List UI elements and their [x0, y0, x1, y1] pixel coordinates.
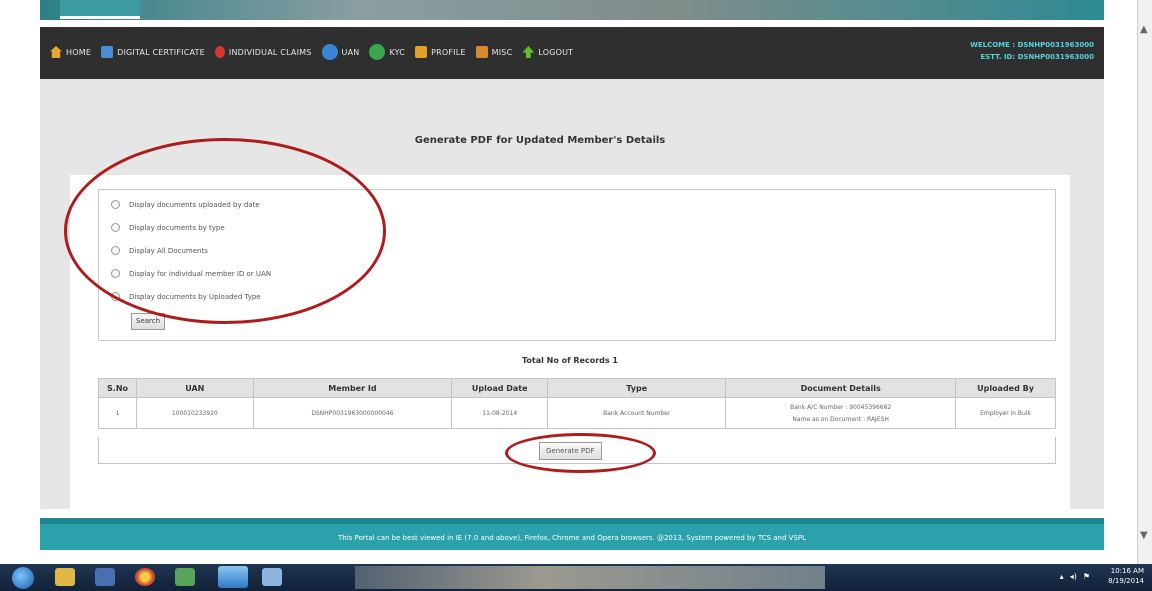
cell-member-id: DSNHP0031963000000046	[252, 397, 453, 429]
establishment-id-text: ESTT. ID: DSNHP0031963000	[980, 53, 1094, 61]
cell-document-details: Bank A/C Number : 90045396682 Name as on…	[725, 397, 957, 429]
col-uan: UAN	[136, 378, 254, 398]
welcome-text: WELCOME : DSNHP0031963000	[970, 41, 1094, 49]
nav-kyc[interactable]: KYC	[369, 44, 405, 60]
option-by-uploaded-type[interactable]: Display documents by Uploaded Type	[111, 292, 261, 301]
nav-misc[interactable]: MISC	[475, 46, 513, 58]
nav-digital-certificate-label: DIGITAL CERTIFICATE	[117, 47, 205, 57]
main-content: Generate PDF for Updated Member's Detail…	[40, 79, 1104, 577]
home-icon	[50, 46, 62, 58]
radio-by-uploaded-type[interactable]	[111, 292, 120, 301]
logout-icon	[522, 46, 535, 58]
scroll-up-icon[interactable]: ▲	[1140, 24, 1148, 35]
content-panel: Display documents uploaded by date Displ…	[70, 175, 1070, 577]
internet-explorer-icon[interactable]	[218, 566, 248, 588]
uan-icon	[321, 44, 338, 60]
portal-header-banner	[40, 0, 1104, 20]
option-by-type-label: Display documents by type	[129, 223, 225, 232]
start-button[interactable]	[12, 567, 34, 589]
arrow-icon[interactable]: ▴	[1060, 572, 1064, 581]
cell-upload-date: 11-08-2014	[451, 397, 549, 429]
table-header-row: S.No UAN Member Id Upload Date Type Docu…	[97, 378, 1056, 398]
radio-by-member-id[interactable]	[111, 269, 120, 278]
header-tab	[60, 0, 140, 19]
clock[interactable]: 10:16 AM 8/19/2014	[1108, 566, 1144, 586]
kyc-icon	[369, 44, 386, 60]
system-tray-icons[interactable]: ▴ ◂) ⚑	[1060, 572, 1090, 581]
option-all-documents-label: Display All Documents	[129, 246, 208, 255]
nav-uan-label: UAN	[341, 47, 360, 57]
cell-sno: 1	[97, 397, 138, 429]
volume-icon[interactable]: ◂)	[1070, 572, 1077, 581]
cell-uploaded-by: Employer in Bulk	[955, 397, 1056, 429]
taskbar-banner	[355, 566, 825, 589]
nav-home[interactable]: HOME	[50, 46, 91, 58]
clock-time: 10:16 AM	[1110, 567, 1144, 575]
option-by-type[interactable]: Display documents by type	[111, 223, 225, 232]
welcome-info: WELCOME : DSNHP0031963000 ESTT. ID: DSNH…	[970, 39, 1094, 63]
windows-taskbar: ▴ ◂) ⚑ 10:16 AM 8/19/2014	[0, 564, 1152, 591]
chrome-icon[interactable]	[135, 568, 155, 586]
total-records-label: Total No of Records 1	[522, 356, 618, 365]
col-type: Type	[547, 378, 727, 398]
nav-logout-label: LOGOUT	[538, 47, 574, 57]
option-by-member-id-label: Display for individual member ID or UAN	[129, 269, 272, 278]
misc-icon	[475, 46, 488, 58]
option-by-member-id[interactable]: Display for individual member ID or UAN	[111, 269, 271, 278]
page-title: Generate PDF for Updated Member's Detail…	[414, 135, 666, 146]
generate-row: Generate PDF	[98, 437, 1056, 464]
flag-icon[interactable]: ⚑	[1083, 572, 1090, 581]
table-row: 1 100010233920 DSNHP0031963000000046 11-…	[97, 397, 1056, 429]
details-line-name: Name as on Document : RAJESH	[792, 415, 889, 423]
window-icon[interactable]	[262, 568, 282, 586]
media-player-icon[interactable]	[95, 568, 115, 586]
cell-type: Bank Account Number	[547, 397, 727, 429]
explorer-icon[interactable]	[55, 568, 75, 586]
page-scrollbar[interactable]: ▲ ▼	[1137, 0, 1152, 564]
nav-menu: HOME DIGITAL CERTIFICATE INDIVIDUAL CLAI…	[50, 44, 573, 60]
col-member-id: Member Id	[252, 378, 453, 398]
option-all-documents[interactable]: Display All Documents	[111, 246, 208, 255]
radio-all-documents[interactable]	[111, 246, 120, 255]
nav-profile-label: PROFILE	[431, 47, 466, 57]
search-options-box: Display documents uploaded by date Displ…	[98, 189, 1056, 341]
option-by-date[interactable]: Display documents uploaded by date	[111, 200, 260, 209]
generate-pdf-button[interactable]: Generate PDF	[539, 442, 602, 460]
col-uploaded-by: Uploaded By	[955, 378, 1056, 398]
nav-misc-label: MISC	[491, 47, 513, 57]
app-icon[interactable]	[175, 568, 195, 586]
nav-kyc-label: KYC	[389, 47, 406, 57]
radio-by-date[interactable]	[111, 200, 120, 209]
details-line-account: Bank A/C Number : 90045396682	[790, 403, 892, 411]
nav-logout[interactable]: LOGOUT	[522, 46, 573, 58]
option-by-uploaded-type-label: Display documents by Uploaded Type	[129, 292, 261, 301]
certificate-icon	[101, 46, 114, 58]
nav-individual-claims-label: INDIVIDUAL CLAIMS	[228, 47, 312, 57]
radio-by-type[interactable]	[111, 223, 120, 232]
nav-profile[interactable]: PROFILE	[415, 46, 466, 58]
col-document-details: Document Details	[725, 378, 957, 398]
profile-icon	[415, 46, 428, 58]
nav-digital-certificate[interactable]: DIGITAL CERTIFICATE	[101, 46, 205, 58]
col-upload-date: Upload Date	[451, 378, 549, 398]
col-sno: S.No	[97, 378, 138, 398]
footer-text: This Portal can be best viewed in IE (7.…	[337, 534, 807, 542]
cell-uan: 100010233920	[136, 397, 254, 429]
clock-date: 8/19/2014	[1108, 577, 1144, 585]
documents-table: S.No UAN Member Id Upload Date Type Docu…	[97, 378, 1056, 429]
scroll-down-icon[interactable]: ▼	[1140, 530, 1148, 541]
nav-uan[interactable]: UAN	[321, 44, 360, 60]
main-navbar: HOME DIGITAL CERTIFICATE INDIVIDUAL CLAI…	[40, 27, 1104, 79]
page-footer: This Portal can be best viewed in IE (7.…	[40, 518, 1104, 550]
person-icon	[214, 46, 225, 58]
search-button[interactable]: Search	[131, 313, 166, 330]
nav-home-label: HOME	[66, 47, 92, 57]
option-by-date-label: Display documents uploaded by date	[129, 200, 260, 209]
nav-individual-claims[interactable]: INDIVIDUAL CLAIMS	[214, 46, 312, 58]
